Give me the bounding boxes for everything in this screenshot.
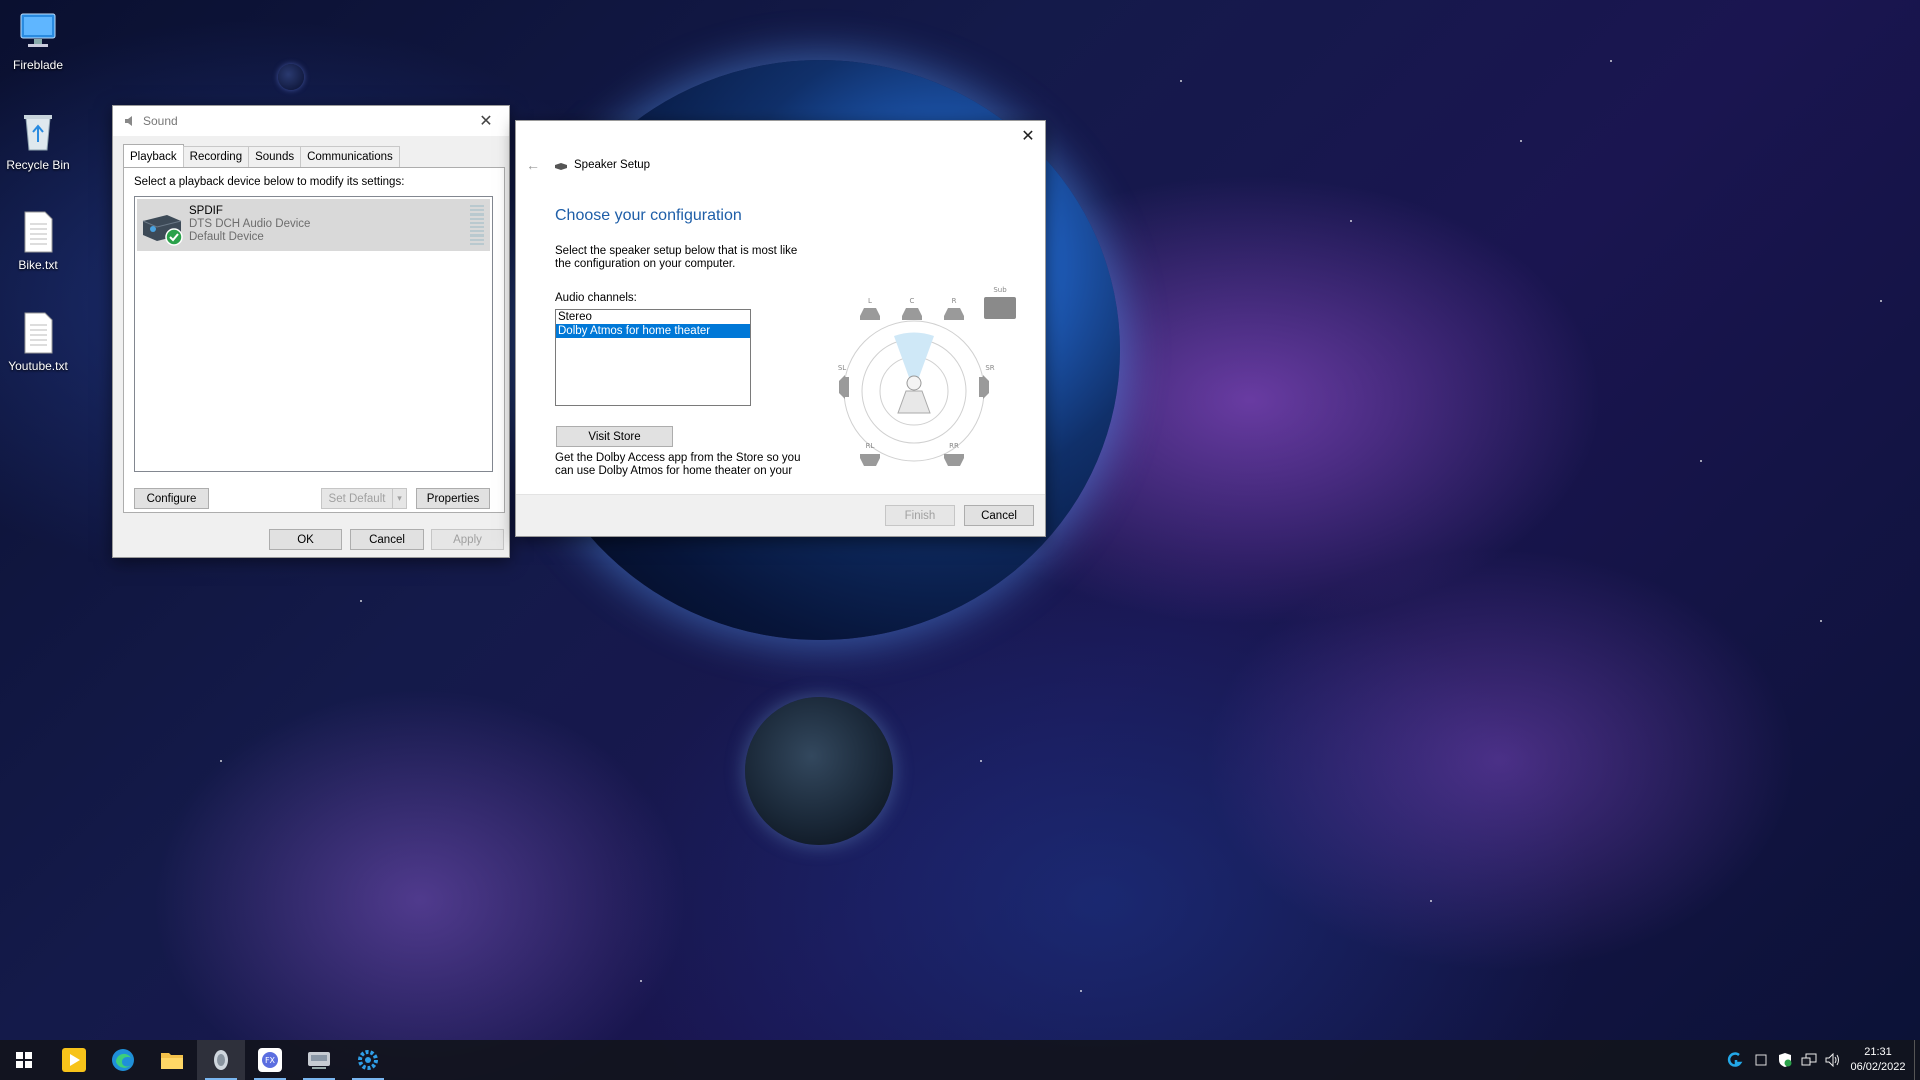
configure-button[interactable]: Configure xyxy=(134,488,209,509)
close-icon[interactable]: ✕ xyxy=(463,106,509,136)
tray-network[interactable] xyxy=(1798,1040,1820,1080)
device-description: DTS DCH Audio Device xyxy=(189,218,311,230)
small-moon xyxy=(278,64,304,90)
desktop-icon-recycle-bin[interactable]: Recycle Bin xyxy=(4,110,72,172)
taskbar-media-app[interactable]: FX xyxy=(246,1040,294,1080)
windows-start-icon xyxy=(16,1052,32,1068)
visit-store-button[interactable]: Visit Store xyxy=(556,426,673,447)
device-list[interactable]: SPDIF DTS DCH Audio Device Default Devic… xyxy=(134,196,493,472)
edge-icon xyxy=(112,1049,134,1071)
audio-device-icon xyxy=(142,215,183,246)
set-default-dropdown[interactable]: ▾ xyxy=(392,488,407,509)
taskbar-settings-app[interactable] xyxy=(344,1040,392,1080)
desktop-icon-label: Recycle Bin xyxy=(6,158,70,172)
device-name: SPDIF xyxy=(189,205,223,217)
clock-time: 21:31 xyxy=(1864,1046,1892,1058)
speaker-setup-footer: Finish Cancel xyxy=(516,494,1045,536)
tray-security[interactable] xyxy=(1774,1040,1796,1080)
playback-instruction: Select a playback device below to modify… xyxy=(134,176,405,188)
svg-text:FX: FX xyxy=(265,1056,276,1065)
set-default-button[interactable]: Set Default xyxy=(321,488,393,509)
sound-title: Sound xyxy=(143,114,178,128)
desktop-icon-fireblade[interactable]: Fireblade xyxy=(4,10,72,72)
dolby-store-text: Get the Dolby Access app from the Store … xyxy=(555,452,801,477)
tray-square[interactable] xyxy=(1750,1040,1772,1080)
channel-option-stereo[interactable]: Stereo xyxy=(556,310,750,324)
drive-app-icon xyxy=(308,1052,330,1069)
audio-channels-list[interactable]: Stereo Dolby Atmos for home theater xyxy=(555,309,751,406)
volume-level-meter xyxy=(470,205,484,246)
taskbar-drive-app[interactable] xyxy=(295,1040,343,1080)
device-status: Default Device xyxy=(189,231,264,243)
speaker-label-side-left: SL xyxy=(838,364,846,372)
speaker-label-right: R xyxy=(952,297,957,305)
shield-icon xyxy=(1779,1053,1792,1067)
sound-dialog: Sound ✕ Playback Recording Sounds Commun… xyxy=(112,105,510,558)
channel-option-dolby-atmos[interactable]: Dolby Atmos for home theater xyxy=(556,324,750,338)
taskbar-edge[interactable] xyxy=(99,1040,147,1080)
player-icon xyxy=(62,1048,86,1072)
speaker-label-rear-left: RL xyxy=(866,442,875,450)
speaker-setup-icon xyxy=(555,163,567,170)
tray-volume[interactable] xyxy=(1822,1040,1844,1080)
cancel-button[interactable]: Cancel xyxy=(350,529,424,550)
device-item-spdif[interactable]: SPDIF DTS DCH Audio Device Default Devic… xyxy=(137,199,490,251)
tray-logitech[interactable] xyxy=(1724,1040,1746,1080)
square-icon xyxy=(1755,1054,1767,1066)
cancel-button[interactable]: Cancel xyxy=(964,505,1034,526)
audio-channels-label: Audio channels: xyxy=(555,292,637,304)
start-button[interactable] xyxy=(0,1040,48,1080)
monitor-icon xyxy=(20,13,56,47)
tab-recording[interactable]: Recording xyxy=(182,146,250,167)
text-file-icon xyxy=(24,211,53,253)
show-desktop-button[interactable] xyxy=(1914,1040,1915,1080)
sound-titlebar: Sound ✕ xyxy=(113,106,509,136)
speaker-setup-dialog: ✕ ← Speaker Setup Choose your configurat… xyxy=(515,120,1046,537)
close-icon[interactable]: ✕ xyxy=(1011,121,1045,151)
chevron-down-icon: ▾ xyxy=(397,493,402,503)
sound-tabs: Playback Recording Sounds Communications xyxy=(123,144,400,168)
desktop-icon-bike-txt[interactable]: Bike.txt xyxy=(4,210,72,272)
speaker-icon xyxy=(125,116,132,126)
taskbar-sound-app[interactable] xyxy=(197,1040,245,1080)
desktop-icon-youtube-txt[interactable]: Youtube.txt xyxy=(4,311,72,373)
logitech-icon xyxy=(1727,1052,1743,1067)
speaker-label-rear-right: RR xyxy=(949,442,959,450)
config-heading: Choose your configuration xyxy=(555,207,742,224)
config-instruction: Select the speaker setup below that is m… xyxy=(555,245,798,270)
tab-sounds[interactable]: Sounds xyxy=(248,146,302,167)
volume-icon xyxy=(1825,1053,1839,1067)
clock[interactable]: 21:31 06/02/2022 xyxy=(1846,1040,1910,1080)
taskbar-player[interactable] xyxy=(50,1040,98,1080)
clock-date: 06/02/2022 xyxy=(1850,1061,1906,1073)
tab-communications[interactable]: Communications xyxy=(300,146,400,167)
network-icon xyxy=(1801,1053,1817,1066)
taskbar-file-explorer[interactable] xyxy=(148,1040,196,1080)
finish-button[interactable]: Finish xyxy=(885,505,955,526)
apply-button[interactable]: Apply xyxy=(431,529,504,550)
properties-button[interactable]: Properties xyxy=(416,488,490,509)
speaker-label-side-right: SR xyxy=(985,364,994,372)
text-file-icon xyxy=(24,312,53,354)
settings-app-icon xyxy=(358,1050,378,1070)
media-app-icon: FX xyxy=(258,1048,282,1072)
desktop-icon-label: Youtube.txt xyxy=(8,359,68,373)
speaker-label-left: L xyxy=(868,297,872,305)
speaker-label-sub: Sub xyxy=(993,286,1007,294)
tab-playback[interactable]: Playback xyxy=(123,144,184,168)
speaker-setup-title: Speaker Setup xyxy=(574,159,651,171)
planet-small xyxy=(745,697,893,845)
back-arrow-icon[interactable]: ← xyxy=(526,157,540,173)
file-explorer-icon xyxy=(161,1053,183,1069)
ok-button[interactable]: OK xyxy=(269,529,342,550)
desktop-icon-label: Fireblade xyxy=(12,58,64,72)
desktop-icon-label: Bike.txt xyxy=(18,258,58,272)
recycle-bin-icon xyxy=(24,115,52,151)
sound-app-icon xyxy=(214,1050,228,1070)
speaker-label-center: C xyxy=(910,297,915,305)
taskbar: FX 21:31 06/02/2022 xyxy=(0,1040,1920,1080)
